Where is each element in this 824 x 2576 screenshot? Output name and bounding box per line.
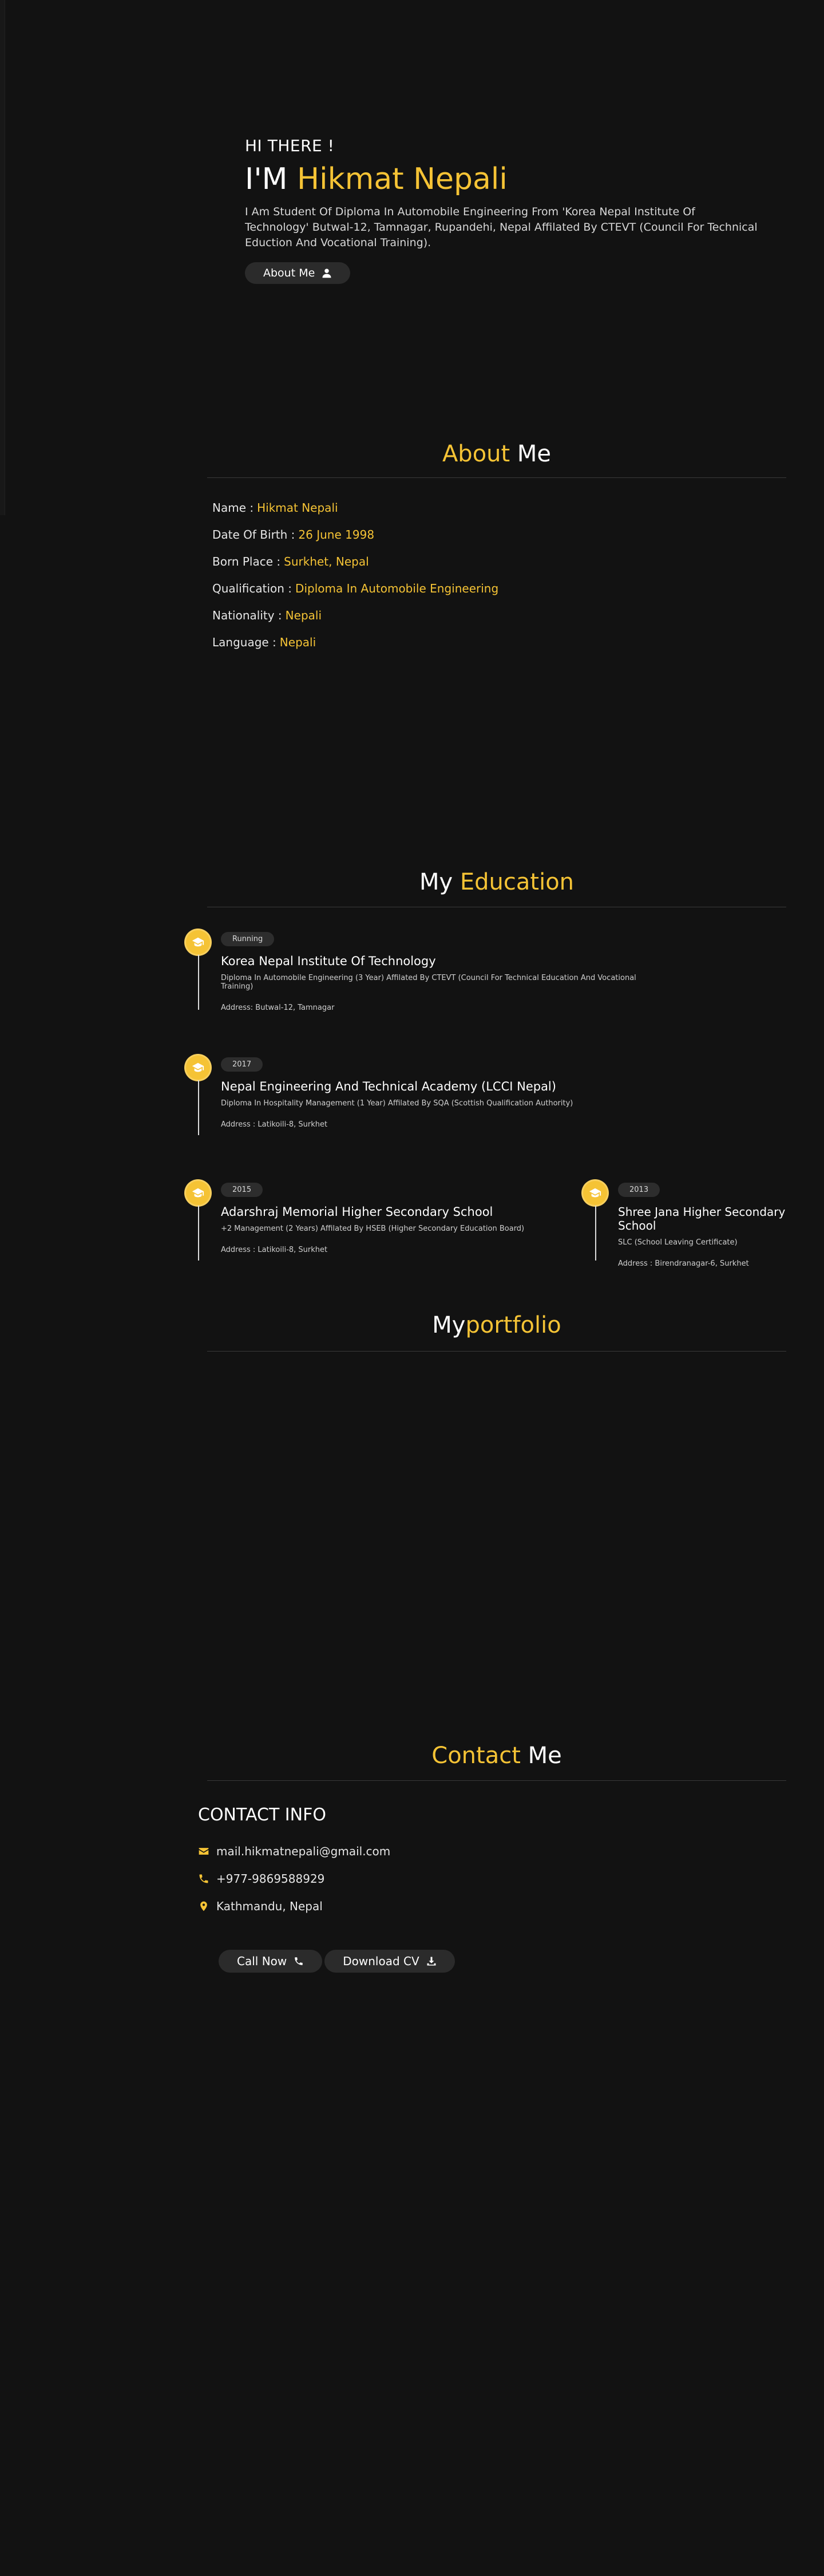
phone-icon xyxy=(199,1874,208,1883)
hero-name-line: I'M Hikmat Nepali xyxy=(245,162,760,196)
graduation-cap-icon xyxy=(184,1179,212,1207)
education-title-text: Shree Jana Higher Secondary School xyxy=(618,1205,786,1232)
contact-buttons: Call Now Download CV xyxy=(219,1950,455,1973)
education-title-text: Adarshraj Memorial Higher Secondary Scho… xyxy=(221,1205,493,1219)
education-badge: 2017 xyxy=(221,1057,263,1072)
education-desc: SLC (School Leaving Certificate) xyxy=(618,1238,738,1247)
education-address: Address: Butwal-12, Tamnagar xyxy=(221,1003,335,1012)
about-row-language: Language : Nepali xyxy=(212,634,498,661)
download-cv-label: Download CV xyxy=(343,1954,419,1968)
about-value: Hikmat Nepali xyxy=(257,501,338,515)
education-address: Address : Latikoili-8, Surkhet xyxy=(221,1246,328,1254)
graduation-cap-icon xyxy=(184,1054,212,1081)
envelope-icon xyxy=(199,1848,209,1855)
education-title-text: Nepal Engineering And Technical Academy … xyxy=(221,1080,556,1093)
education-title-text: Korea Nepal Institute Of Technology xyxy=(221,954,436,968)
contact-title-rest: Me xyxy=(528,1743,562,1769)
about-value: Nepali xyxy=(285,609,322,622)
about-list: Name : Hikmat Nepali Date Of Birth :26 Ju… xyxy=(212,499,498,661)
about-label: Language : xyxy=(212,635,276,649)
contact-title: Contact Me xyxy=(207,1743,786,1769)
education-badge: Running xyxy=(221,932,275,946)
education-address: Address : Latikoili-8, Surkhet xyxy=(221,1120,328,1129)
education-body: 2015 Adarshraj Memorial Higher Secondary… xyxy=(221,1183,564,1254)
hero-greeting: HI THERE ! xyxy=(245,136,335,155)
about-row-dob: Date Of Birth :26 June 1998 xyxy=(212,526,498,553)
hero-section: HI THERE ! I'M Hikmat Nepali I Am Studen… xyxy=(245,136,760,284)
contact-divider xyxy=(207,1780,786,1781)
about-value: 26 June 1998 xyxy=(298,528,375,542)
education-desc: Diploma In Automobile Engineering (3 Yea… xyxy=(221,974,636,991)
timeline-line xyxy=(198,1080,199,1135)
about-label: Born Place : xyxy=(212,555,281,568)
about-title-accent: About xyxy=(442,441,510,467)
education-badge: 2015 xyxy=(221,1183,263,1197)
timeline-line xyxy=(198,1206,199,1261)
contact-email[interactable]: mail.hikmatnepali@gmail.com xyxy=(216,1844,390,1858)
call-now-button[interactable]: Call Now xyxy=(219,1950,323,1973)
hero-name: Hikmat Nepali xyxy=(297,162,508,196)
education-desc: Diploma In Hospitality Management (1 Yea… xyxy=(221,1099,573,1108)
about-value: Diploma In Automobile Engineering xyxy=(295,582,499,595)
education-title-prefix: My xyxy=(419,869,453,895)
map-marker-icon xyxy=(200,1901,207,1911)
contact-phone[interactable]: +977-9869588929 xyxy=(216,1872,324,1886)
contact-title-accent: Contact xyxy=(431,1743,521,1769)
education-title-accent: Education xyxy=(459,869,575,895)
about-value: Surkhet, Nepal xyxy=(284,555,369,568)
education-badge: 2013 xyxy=(618,1183,660,1197)
about-title: About Me xyxy=(207,441,786,467)
portfolio-divider xyxy=(207,1351,786,1352)
portfolio-title: Myportfolio xyxy=(207,1312,786,1338)
education-body: 2013 Shree Jana Higher Secondary School … xyxy=(618,1183,824,1268)
sidebar-strip xyxy=(0,0,5,515)
hero-name-prefix: I'M xyxy=(245,162,288,196)
about-title-rest: Me xyxy=(517,441,552,467)
timeline-line xyxy=(198,955,199,1010)
about-label: Name : xyxy=(212,501,254,515)
about-label: Date Of Birth : xyxy=(212,528,295,542)
graduation-cap-icon xyxy=(581,1179,609,1207)
about-row-born-place: Born Place : Surkhet, Nepal xyxy=(212,553,498,580)
portfolio-title-accent: portfolio xyxy=(465,1312,561,1338)
about-me-button[interactable]: About Me xyxy=(245,262,351,284)
phone-icon xyxy=(295,1957,303,1965)
call-now-label: Call Now xyxy=(237,1954,287,1968)
about-row-name: Name : Hikmat Nepali xyxy=(212,499,498,526)
user-icon xyxy=(322,268,331,278)
about-row-nationality: Nationality : Nepali xyxy=(212,607,498,634)
download-cv-button[interactable]: Download CV xyxy=(324,1950,455,1973)
about-me-button-label: About Me xyxy=(263,267,315,279)
contact-phone-row: +977-9869588929 xyxy=(198,1872,324,1886)
graduation-cap-icon xyxy=(184,929,212,956)
download-icon xyxy=(427,1957,436,1966)
contact-location-row: Kathmandu, Nepal xyxy=(198,1899,323,1913)
about-label: Nationality : xyxy=(212,609,282,622)
contact-email-row: mail.hikmatnepali@gmail.com xyxy=(198,1844,390,1858)
timeline-line xyxy=(595,1206,596,1261)
education-body: Running Korea Nepal Institute Of Technol… xyxy=(221,932,656,1012)
education-desc: +2 Management (2 Years) Affilated By HSE… xyxy=(221,1224,525,1233)
about-label: Qualification : xyxy=(212,582,292,595)
about-row-qualification: Qualification : Diploma In Automobile Eng… xyxy=(212,580,498,607)
about-value: Nepali xyxy=(279,635,316,649)
contact-location: Kathmandu, Nepal xyxy=(216,1899,323,1913)
education-body: 2017 Nepal Engineering And Technical Aca… xyxy=(221,1057,656,1129)
education-address: Address : Birendranagar-6, Surkhet xyxy=(618,1259,749,1268)
about-divider xyxy=(207,477,786,478)
hero-intro: I Am Student Of Diploma In Automobile En… xyxy=(245,206,758,249)
portfolio-title-prefix: My xyxy=(432,1312,466,1338)
education-title: My Education xyxy=(207,869,786,895)
contact-info-heading: CONTACT INFO xyxy=(198,1805,326,1825)
